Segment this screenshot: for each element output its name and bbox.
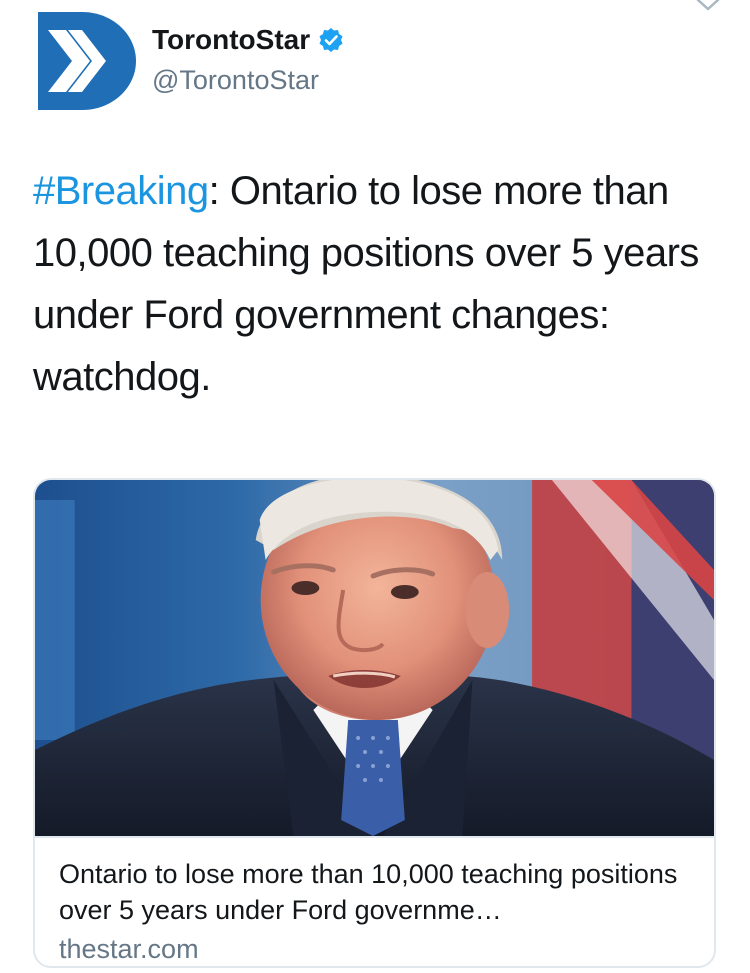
display-name[interactable]: TorontoStar [152, 22, 310, 58]
user-info[interactable]: TorontoStar @TorontoStar [152, 22, 344, 98]
tweet[interactable]: TorontoStar @TorontoStar #Breaking: Onta… [0, 0, 750, 973]
card-domain[interactable]: thestar.com [59, 932, 690, 966]
card-image[interactable] [35, 480, 714, 836]
toronto-star-logo-icon [38, 12, 136, 110]
chevron-down-icon[interactable] [694, 0, 722, 14]
link-card[interactable]: Ontario to lose more than 10,000 teachin… [33, 478, 716, 968]
handle[interactable]: @TorontoStar [152, 62, 344, 98]
news-photo-icon [35, 480, 714, 836]
tweet-text: #Breaking: Ontario to lose more than 10,… [33, 160, 713, 408]
avatar[interactable] [38, 12, 136, 110]
verified-icon [318, 27, 344, 53]
hashtag-link[interactable]: #Breaking [33, 169, 209, 213]
card-title[interactable]: Ontario to lose more than 10,000 teachin… [59, 856, 690, 928]
